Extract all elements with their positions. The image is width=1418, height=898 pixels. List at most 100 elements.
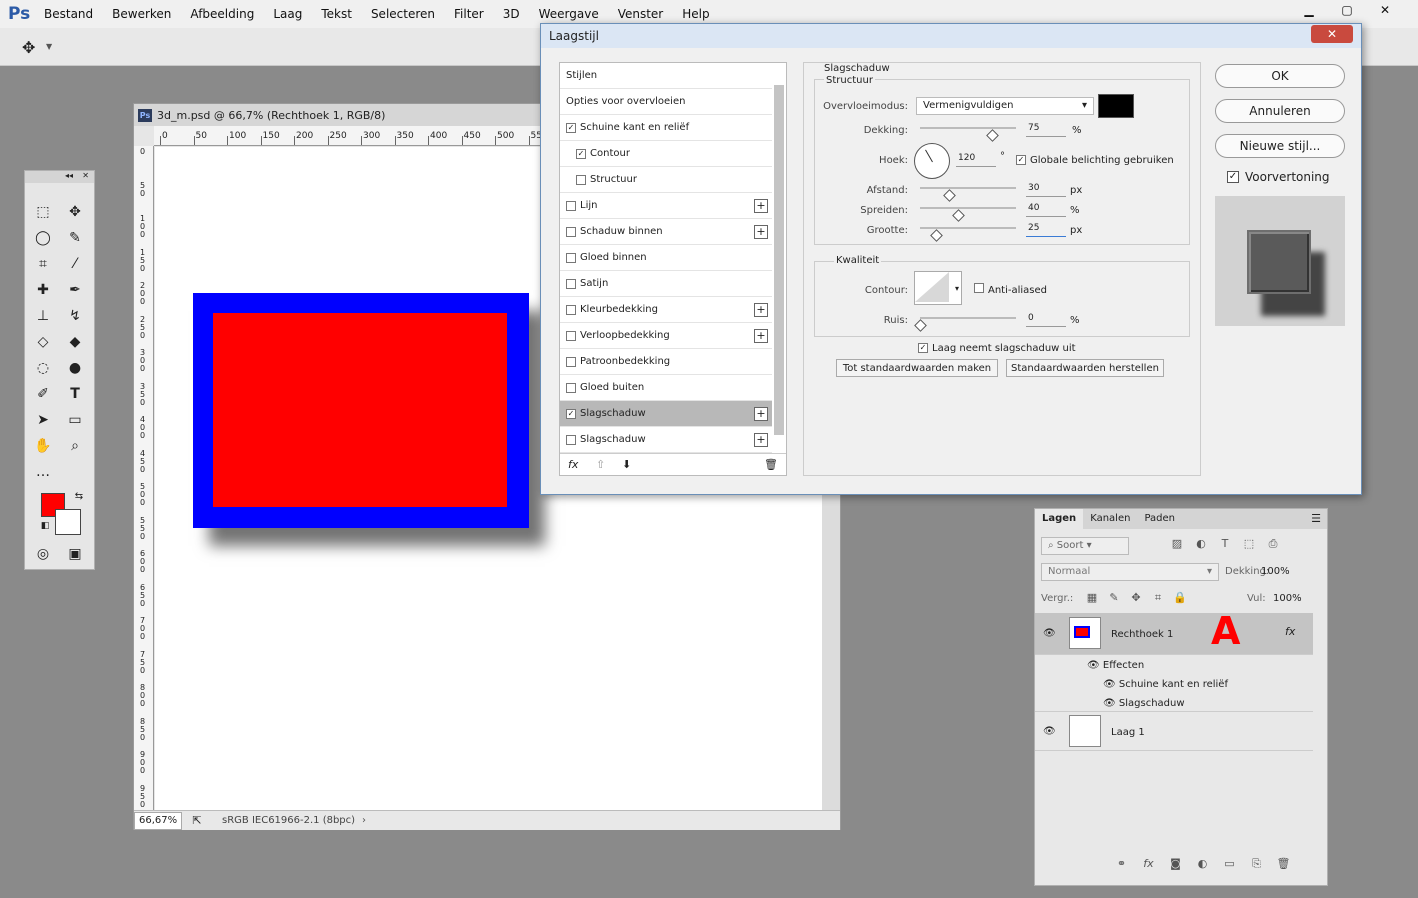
style-checkbox[interactable]: ✓ — [566, 408, 576, 419]
style-checkbox[interactable] — [566, 252, 576, 263]
noise-slider[interactable] — [920, 317, 1016, 319]
lock-pixels-icon[interactable]: ✎ — [1103, 591, 1125, 605]
fx-icon[interactable]: fx — [1285, 625, 1295, 638]
ok-button[interactable]: OK — [1215, 64, 1345, 88]
angle-dial[interactable] — [914, 143, 950, 179]
tab-paths[interactable]: Paden — [1137, 509, 1182, 529]
style-checkbox[interactable]: ✓ — [566, 122, 576, 133]
make-default-button[interactable]: Tot standaardwaarden maken — [836, 359, 998, 377]
style-item[interactable]: Schaduw binnen + — [560, 219, 772, 245]
style-item[interactable]: ✓ Schuine kant en reliëf — [560, 115, 772, 141]
effect-row-bevel[interactable]: 👁 Schuine kant en reliëf — [1103, 679, 1228, 690]
shape-filter-icon[interactable]: ⬚ — [1237, 537, 1261, 551]
reset-default-button[interactable]: Standaardwaarden herstellen — [1006, 359, 1164, 377]
scrollbar-thumb[interactable] — [774, 85, 784, 435]
lock-artboard-icon[interactable]: ⌗ — [1147, 591, 1169, 605]
maximize-button[interactable]: ▢ — [1328, 0, 1366, 20]
layer-row-rechthoek[interactable]: 👁 Rechthoek 1 A fx — [1035, 609, 1313, 655]
stamp-tool-icon[interactable]: ⊥ — [31, 305, 55, 327]
style-checkbox[interactable] — [566, 304, 576, 315]
add-style-icon[interactable]: + — [754, 329, 768, 343]
chevron-right-icon[interactable]: › — [362, 815, 366, 826]
close-icon[interactable]: ✕ — [82, 171, 89, 180]
opacity-slider[interactable] — [920, 127, 1016, 129]
add-style-icon[interactable]: + — [754, 407, 768, 421]
blend-mode-select[interactable]: Normaal ▾ — [1041, 563, 1219, 581]
quick-select-tool-icon[interactable]: ✎ — [63, 227, 87, 249]
style-item[interactable]: Kleurbedekking + — [560, 297, 772, 323]
blend-mode-select[interactable]: Vermenigvuldigen ▾ — [916, 97, 1094, 115]
visibility-eye-icon[interactable]: 👁 — [1043, 628, 1056, 639]
type-tool-icon[interactable]: T — [63, 383, 87, 405]
new-group-icon[interactable]: ▭ — [1216, 857, 1243, 877]
healing-tool-icon[interactable]: ✚ — [31, 279, 55, 301]
minimize-button[interactable]: ▁ — [1290, 0, 1328, 20]
move-up-icon[interactable]: ⇧ — [596, 458, 605, 471]
menu-item-filter[interactable]: Filter — [454, 7, 484, 21]
eyedropper-tool-icon[interactable]: ⁄ — [63, 253, 87, 275]
anti-aliased-checkbox[interactable] — [974, 283, 984, 293]
style-item[interactable]: Verloopbedekking + — [560, 323, 772, 349]
layer-row-laag1[interactable]: 👁 Laag 1 — [1035, 711, 1313, 751]
add-style-icon[interactable]: fx — [1135, 857, 1162, 877]
panel-menu-icon[interactable]: ☰ — [1311, 512, 1321, 525]
move-icon[interactable]: ✥ — [22, 38, 35, 57]
menu-item-tekst[interactable]: Tekst — [321, 7, 352, 21]
chevron-down-icon[interactable]: ▼ — [46, 42, 52, 51]
style-checkbox[interactable] — [576, 174, 586, 185]
style-item[interactable]: Stijlen — [560, 63, 772, 89]
dialog-close-button[interactable]: ✕ — [1311, 25, 1353, 43]
menu-item-afbeelding[interactable]: Afbeelding — [190, 7, 254, 21]
style-item[interactable]: Slagschaduw + — [560, 427, 772, 453]
cancel-button[interactable]: Annuleren — [1215, 99, 1345, 123]
size-field[interactable]: 25 — [1026, 223, 1066, 237]
eraser-tool-icon[interactable]: ◇ — [31, 331, 55, 353]
link-layers-icon[interactable]: ⚭ — [1108, 857, 1135, 877]
menu-item-laag[interactable]: Laag — [273, 7, 302, 21]
type-filter-icon[interactable]: T — [1213, 537, 1237, 551]
opacity-field[interactable]: 100% — [1261, 566, 1290, 577]
spread-slider[interactable] — [920, 207, 1016, 209]
lock-all-icon[interactable]: 🔒 — [1169, 591, 1191, 605]
zoom-tool-icon[interactable]: ⌕ — [63, 435, 87, 457]
style-item[interactable]: Opties voor overvloeien — [560, 89, 772, 115]
style-item[interactable]: Gloed binnen — [560, 245, 772, 271]
menu-item-3d[interactable]: 3D — [503, 7, 520, 21]
zoom-level-field[interactable]: 66,67% — [134, 811, 182, 830]
effect-row-drop-shadow[interactable]: 👁 Slagschaduw — [1103, 698, 1185, 709]
screen-mode-icon[interactable]: ▣ — [63, 543, 87, 565]
quick-mask-icon[interactable]: ◎ — [31, 543, 55, 565]
new-style-button[interactable]: Nieuwe stijl... — [1215, 134, 1345, 158]
lock-transparency-icon[interactable]: ▦ — [1081, 591, 1103, 605]
contour-picker[interactable]: ▾ — [914, 271, 962, 305]
style-item[interactable]: Lijn + — [560, 193, 772, 219]
menu-item-help[interactable]: Help — [682, 7, 709, 21]
style-checkbox[interactable] — [566, 330, 576, 341]
style-item[interactable]: Structuur — [560, 167, 772, 193]
menu-item-weergave[interactable]: Weergave — [539, 7, 599, 21]
add-style-icon[interactable]: + — [754, 199, 768, 213]
lock-position-icon[interactable]: ✥ — [1125, 591, 1147, 605]
menu-item-venster[interactable]: Venster — [618, 7, 664, 21]
move-tool-icon[interactable]: ✥ — [63, 201, 87, 223]
blue-rectangle[interactable] — [193, 293, 529, 528]
style-checkbox[interactable] — [566, 226, 576, 237]
export-icon[interactable]: ⇱ — [182, 814, 212, 827]
style-item[interactable]: Patroonbedekking — [560, 349, 772, 375]
history-brush-tool-icon[interactable]: ↯ — [63, 305, 87, 327]
add-mask-icon[interactable]: ◙ — [1162, 857, 1189, 877]
trash-icon[interactable]: 🗑 — [764, 458, 778, 471]
marquee-tool-icon[interactable]: ⬚ — [31, 201, 55, 223]
smart-object-filter-icon[interactable]: ⎙ — [1261, 537, 1285, 551]
shadow-color-swatch[interactable] — [1098, 94, 1134, 118]
path-select-tool-icon[interactable]: ➤ — [31, 409, 55, 431]
distance-slider[interactable] — [920, 187, 1016, 189]
add-style-icon[interactable]: + — [754, 303, 768, 317]
size-slider[interactable] — [920, 227, 1016, 229]
default-colors-icon[interactable]: ◧ — [33, 515, 57, 537]
fill-field[interactable]: 100% — [1273, 593, 1302, 604]
menu-item-selecteren[interactable]: Selecteren — [371, 7, 435, 21]
preview-checkbox[interactable]: ✓ — [1227, 171, 1239, 183]
tools-panel-header[interactable]: ◂◂ ✕ — [25, 171, 94, 183]
visibility-eye-icon[interactable]: 👁 — [1103, 698, 1116, 709]
